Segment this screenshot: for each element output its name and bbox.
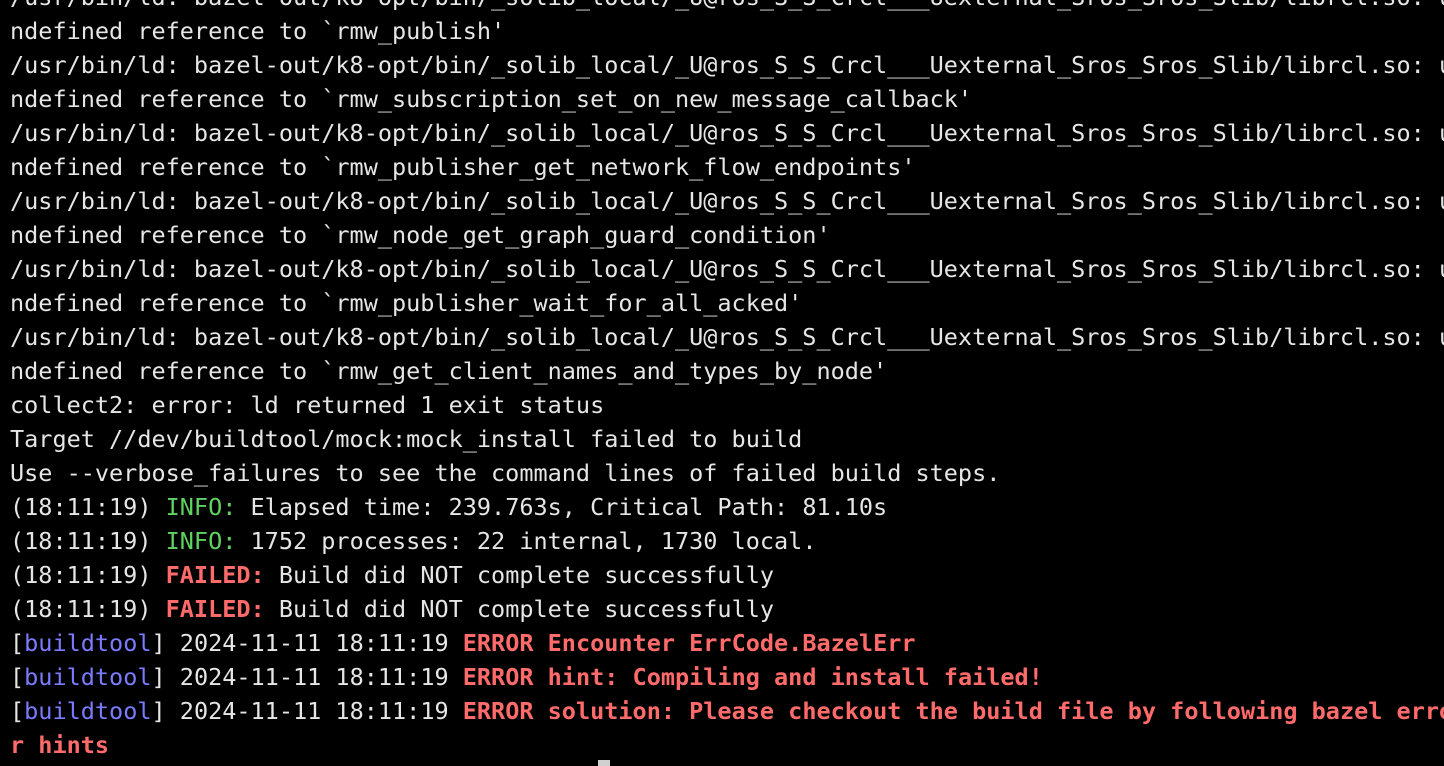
- terminal-line: [buildtool] 2024-11-11 18:11:19 ERROR En…: [10, 626, 1444, 660]
- terminal-text-segment: ndefined reference to `rmw_publisher_wai…: [10, 289, 803, 317]
- terminal-line: ndefined reference to `rmw_publisher_wai…: [10, 286, 1444, 320]
- terminal-text-segment: INFO:: [165, 527, 237, 555]
- terminal-line: Target //dev/buildtool/mock:mock_install…: [10, 422, 1444, 456]
- terminal-text-segment: ndefined reference to `rmw_get_client_na…: [10, 357, 888, 385]
- terminal-text-segment: (18:11:19): [10, 527, 166, 555]
- terminal-text-segment: /usr/bin/ld: bazel-out/k8-opt/bin/_solib…: [10, 187, 1444, 215]
- terminal-text-segment: /usr/bin/ld: bazel-out/k8-opt/bin/_solib…: [10, 119, 1444, 147]
- terminal-line: (18:11:19) FAILED: Build did NOT complet…: [10, 592, 1444, 626]
- terminal-line: [buildtool] 2024-11-11 18:11:19 ERROR so…: [10, 694, 1444, 728]
- terminal-window[interactable]: /usr/bin/ld: bazel-out/k8-opt/bin/_solib…: [0, 0, 1444, 766]
- terminal-text-segment: ] 2024-11-11 18:11:19: [151, 629, 463, 657]
- terminal-line: /usr/bin/ld: bazel-out/k8-opt/bin/_solib…: [10, 184, 1444, 218]
- terminal-line: ndefined reference to `rmw_publish': [10, 14, 1444, 48]
- terminal-line: /usr/bin/ld: bazel-out/k8-opt/bin/_solib…: [10, 252, 1444, 286]
- terminal-text-segment: Elapsed time: 239.763s, Critical Path: 8…: [236, 493, 888, 521]
- terminal-line: ndefined reference to `rmw_subscription_…: [10, 82, 1444, 116]
- terminal-line: ndefined reference to `rmw_node_get_grap…: [10, 218, 1444, 252]
- terminal-text-segment: FAILED:: [165, 595, 265, 623]
- terminal-line: /usr/bin/ld: bazel-out/k8-opt/bin/_solib…: [10, 48, 1444, 82]
- terminal-text-segment: FAILED:: [165, 561, 265, 589]
- terminal-text-segment: [: [10, 629, 25, 657]
- terminal-line: /usr/bin/ld: bazel-out/k8-opt/bin/_solib…: [10, 320, 1444, 354]
- terminal-line: Use --verbose_failures to see the comman…: [10, 456, 1444, 490]
- terminal-text-segment: /usr/bin/ld: bazel-out/k8-opt/bin/_solib…: [10, 255, 1444, 283]
- terminal-text-segment: Target //dev/buildtool/mock:mock_install…: [10, 425, 803, 453]
- terminal-text-segment: ndefined reference to `rmw_node_get_grap…: [10, 221, 831, 249]
- terminal-text-segment: ERROR solution: Please checkout the buil…: [462, 697, 1444, 725]
- terminal-text-segment: ] 2024-11-11 18:11:19: [151, 697, 463, 725]
- terminal-line: ndefined reference to `rmw_get_client_na…: [10, 354, 1444, 388]
- terminal-text-segment: /usr/bin/ld: bazel-out/k8-opt/bin/_solib…: [10, 51, 1444, 79]
- terminal-text-segment: INFO:: [165, 493, 237, 521]
- terminal-text-segment: buildtool: [24, 663, 152, 691]
- terminal-text-segment: ndefined reference to `rmw_subscription_…: [10, 85, 973, 113]
- terminal-line: (18:11:19) INFO: 1752 processes: 22 inte…: [10, 524, 1444, 558]
- terminal-text-segment: ndefined reference to `rmw_publish': [10, 17, 506, 45]
- terminal-text-segment: /usr/bin/ld: bazel-out/k8-opt/bin/_solib…: [10, 323, 1444, 351]
- terminal-text-segment: 1752 processes: 22 internal, 1730 local.: [236, 527, 817, 555]
- terminal-text-segment: Build did NOT complete successfully: [264, 561, 775, 589]
- terminal-text-segment: Build did NOT complete successfully: [264, 595, 775, 623]
- terminal-text-segment: buildtool: [24, 697, 152, 725]
- terminal-text-segment: (18:11:19): [10, 561, 166, 589]
- terminal-line: (18:11:19) INFO: Elapsed time: 239.763s,…: [10, 490, 1444, 524]
- text-cursor: [598, 760, 610, 766]
- terminal-line: ndefined reference to `rmw_publisher_get…: [10, 150, 1444, 184]
- terminal-text-segment: buildtool: [24, 629, 152, 657]
- terminal-text-segment: ERROR hint: Compiling and install failed…: [462, 663, 1043, 691]
- terminal-text-segment: /usr/bin/ld: bazel-out/k8-opt/bin/_solib…: [10, 0, 1444, 11]
- terminal-text-segment: r hints: [10, 731, 110, 759]
- terminal-text-segment: (18:11:19): [10, 493, 166, 521]
- terminal-text-segment: collect2: error: ld returned 1 exit stat…: [10, 391, 605, 419]
- terminal-text-segment: (18:11:19): [10, 595, 166, 623]
- terminal-text-segment: ERROR Encounter ErrCode.BazelErr: [462, 629, 916, 657]
- terminal-line: /usr/bin/ld: bazel-out/k8-opt/bin/_solib…: [10, 0, 1444, 14]
- terminal-text-segment: [: [10, 663, 25, 691]
- terminal-text-segment: ] 2024-11-11 18:11:19: [151, 663, 463, 691]
- terminal-text-segment: Use --verbose_failures to see the comman…: [10, 459, 1001, 487]
- terminal-line: collect2: error: ld returned 1 exit stat…: [10, 388, 1444, 422]
- terminal-output: /usr/bin/ld: bazel-out/k8-opt/bin/_solib…: [10, 0, 1444, 762]
- terminal-text-segment: ndefined reference to `rmw_publisher_get…: [10, 153, 916, 181]
- terminal-line: (18:11:19) FAILED: Build did NOT complet…: [10, 558, 1444, 592]
- terminal-text-segment: [: [10, 697, 25, 725]
- terminal-line: [buildtool] 2024-11-11 18:11:19 ERROR hi…: [10, 660, 1444, 694]
- terminal-line: r hints: [10, 728, 1444, 762]
- terminal-line: /usr/bin/ld: bazel-out/k8-opt/bin/_solib…: [10, 116, 1444, 150]
